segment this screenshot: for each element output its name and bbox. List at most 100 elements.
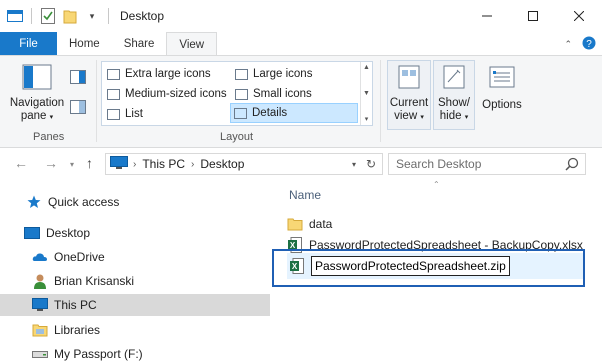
search-input[interactable]: Search Desktop <box>388 153 586 175</box>
scroll-up-icon[interactable]: ▲ <box>363 64 370 71</box>
forward-arrow-icon[interactable]: → <box>44 155 58 171</box>
layout-item-label: Small icons <box>253 88 312 100</box>
svg-text:X: X <box>292 262 298 271</box>
this-pc-icon <box>32 297 48 313</box>
new-folder-icon[interactable] <box>61 7 79 25</box>
layout-details[interactable]: Details <box>230 103 358 123</box>
layout-item-label: Medium-sized icons <box>125 88 227 100</box>
star-icon <box>26 194 42 210</box>
nav-item-user[interactable]: Brian Krisanski <box>0 270 270 292</box>
this-pc-icon <box>110 155 128 173</box>
layout-small-icons[interactable]: Small icons <box>232 84 312 104</box>
nav-item-onedrive[interactable]: OneDrive <box>0 246 270 268</box>
minimize-button[interactable] <box>464 0 510 32</box>
rename-input[interactable]: PasswordProtectedSpreadsheet.zip <box>311 256 510 276</box>
nav-item-label: Quick access <box>48 195 120 209</box>
tab-view[interactable]: View <box>166 32 218 56</box>
ribbon-panel: Navigation pane ▾ Panes Extra large icon… <box>0 55 602 148</box>
close-button[interactable] <box>556 0 602 32</box>
drive-icon <box>32 346 48 362</box>
breadcrumb-this-pc[interactable]: This PC <box>142 157 185 171</box>
nav-item-label: Libraries <box>54 323 101 337</box>
navigation-bar: ← → ▾ ↑ › This PC › Desktop ▾ ↻ Search D… <box>0 148 602 180</box>
divider <box>380 60 381 142</box>
details-icon <box>234 107 247 119</box>
collapse-ribbon-icon[interactable]: ⌃ <box>564 39 572 50</box>
show-hide-button[interactable]: Show/ hide ▾ <box>433 60 475 130</box>
layout-gallery: Extra large icons Large icons Medium-siz… <box>101 61 373 126</box>
medium-icons-icon <box>107 88 120 100</box>
current-view-label-line2-wrap: view ▾ <box>394 110 424 124</box>
refresh-icon[interactable]: ↻ <box>366 157 376 171</box>
back-arrow-icon[interactable]: ← <box>14 155 28 171</box>
show-hide-label-line2-wrap: hide ▾ <box>440 110 468 124</box>
current-view-button[interactable]: Current view ▾ <box>387 60 431 130</box>
column-header-name[interactable]: Name <box>289 188 321 202</box>
chevron-right-icon[interactable]: › <box>191 159 194 170</box>
layout-large-icons[interactable]: Large icons <box>232 64 312 84</box>
file-row-renaming[interactable]: X PasswordProtectedSpreadsheet.zip <box>289 256 510 276</box>
search-placeholder: Search Desktop <box>396 157 482 171</box>
excel-file-icon: X <box>289 258 305 274</box>
dropdown-arrow-icon: ▾ <box>420 114 424 121</box>
layout-item-label: Large icons <box>253 68 313 80</box>
explorer-window-icon[interactable] <box>6 7 24 25</box>
nav-item-label: My Passport (F:) <box>54 347 143 361</box>
file-name: data <box>309 217 333 231</box>
layout-medium-icons[interactable]: Medium-sized icons <box>104 84 227 104</box>
panes-group-label: Panes <box>33 131 65 143</box>
nav-item-label: This PC <box>54 298 97 312</box>
nav-item-label: Brian Krisanski <box>54 274 135 288</box>
address-bar[interactable]: › This PC › Desktop ▾ ↻ <box>105 153 383 175</box>
up-arrow-icon[interactable]: ↑ <box>86 155 93 171</box>
libraries-icon <box>32 322 48 338</box>
onedrive-cloud-icon <box>32 249 48 265</box>
navigation-pane-label-line1: Navigation <box>9 97 65 109</box>
navigation-pane-icon <box>22 64 52 94</box>
file-row[interactable]: data <box>287 214 332 234</box>
ribbon-tabs: File Home Share View ⌃ ? <box>0 32 602 56</box>
dropdown-arrow-icon: ▾ <box>49 114 54 121</box>
tab-file[interactable]: File <box>0 32 57 56</box>
nav-item-quick-access[interactable]: Quick access <box>0 191 270 213</box>
show-hide-label-line1: Show/ <box>438 97 470 109</box>
nav-item-desktop[interactable]: Desktop <box>0 222 270 244</box>
preview-pane-icon[interactable] <box>70 70 86 87</box>
layout-item-label: Details <box>252 107 288 119</box>
maximize-button[interactable] <box>510 0 556 32</box>
layout-list[interactable]: List <box>104 104 143 124</box>
show-hide-label-line2: hide <box>439 110 462 122</box>
divider <box>108 8 109 24</box>
options-button[interactable]: Options <box>480 64 524 112</box>
window-title: Desktop <box>120 9 165 23</box>
navigation-pane-button[interactable]: Navigation pane ▾ <box>8 64 66 124</box>
breadcrumb-desktop[interactable]: Desktop <box>200 157 244 171</box>
chevron-right-icon[interactable]: › <box>133 159 136 170</box>
small-icons-icon <box>235 88 248 100</box>
nav-item-my-passport[interactable]: My Passport (F:) <box>0 343 270 363</box>
details-pane-icon[interactable] <box>70 100 86 117</box>
desktop-icon <box>24 225 40 241</box>
nav-item-label: OneDrive <box>54 250 105 264</box>
options-label: Options <box>482 99 522 111</box>
tab-share[interactable]: Share <box>112 32 167 56</box>
customize-toolbar-dropdown-icon[interactable]: ▾ <box>83 7 101 25</box>
nav-item-libraries[interactable]: Libraries <box>0 319 270 341</box>
layout-gallery-scroll[interactable]: ▲ ▼ ▾ <box>360 62 372 125</box>
tab-home[interactable]: Home <box>57 32 112 56</box>
options-icon <box>489 64 515 94</box>
scroll-down-icon[interactable]: ▼ <box>363 90 370 97</box>
recent-locations-chevron-icon[interactable]: ▾ <box>70 160 74 169</box>
layout-extra-large-icons[interactable]: Extra large icons <box>104 64 211 84</box>
dropdown-arrow-icon: ▾ <box>464 114 469 121</box>
current-view-label-line2: view <box>394 110 418 122</box>
help-icon[interactable]: ? <box>582 36 596 53</box>
properties-icon[interactable] <box>39 7 57 25</box>
nav-item-label: Desktop <box>46 226 91 240</box>
list-icon <box>107 108 120 120</box>
extra-large-icons-icon <box>107 68 120 80</box>
nav-item-this-pc[interactable]: This PC <box>0 294 270 316</box>
address-dropdown-icon[interactable]: ▾ <box>352 160 356 169</box>
more-icon[interactable]: ▾ <box>365 115 369 123</box>
sort-ascending-icon: ⌃ <box>433 180 440 189</box>
